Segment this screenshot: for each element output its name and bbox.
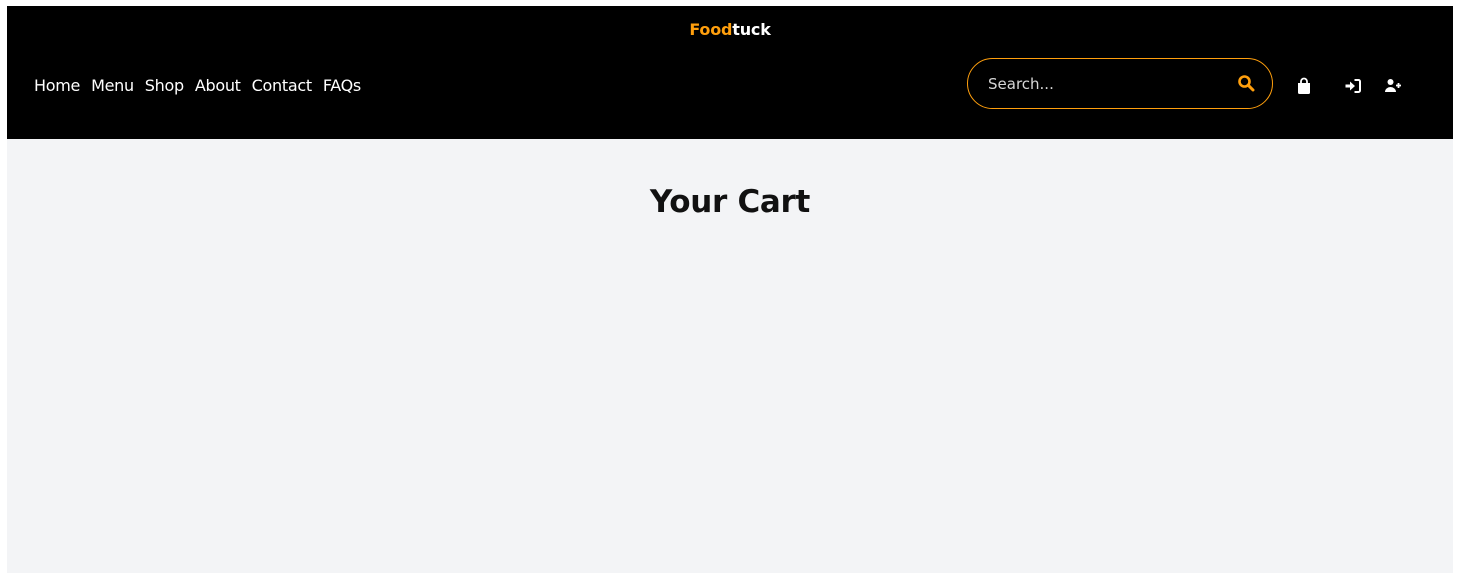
navbar: Foodtuck Home Menu Shop About Contact FA… <box>7 6 1453 139</box>
main-nav: Home Menu Shop About Contact FAQs <box>34 75 372 97</box>
search-box <box>967 58 1273 109</box>
nav-link-menu[interactable]: Menu <box>91 75 134 97</box>
search-input[interactable] <box>988 72 1208 96</box>
page-title: Your Cart <box>649 184 811 220</box>
nav-link-shop[interactable]: Shop <box>145 75 184 97</box>
nav-link-about[interactable]: About <box>195 75 241 97</box>
nav-link-home[interactable]: Home <box>34 75 80 97</box>
sign-in-icon[interactable] <box>1344 77 1362 95</box>
brand-logo[interactable]: Foodtuck <box>7 20 1453 40</box>
nav-link-contact[interactable]: Contact <box>252 75 312 97</box>
brand-name-part1: Food <box>689 20 733 39</box>
search-icon[interactable] <box>1237 74 1255 92</box>
nav-link-faqs[interactable]: FAQs <box>323 75 361 97</box>
page-frame: Foodtuck Home Menu Shop About Contact FA… <box>7 6 1453 573</box>
shopping-bag-icon[interactable] <box>1295 77 1313 95</box>
user-plus-icon[interactable] <box>1384 77 1402 95</box>
brand-name-part2: tuck <box>732 20 771 39</box>
